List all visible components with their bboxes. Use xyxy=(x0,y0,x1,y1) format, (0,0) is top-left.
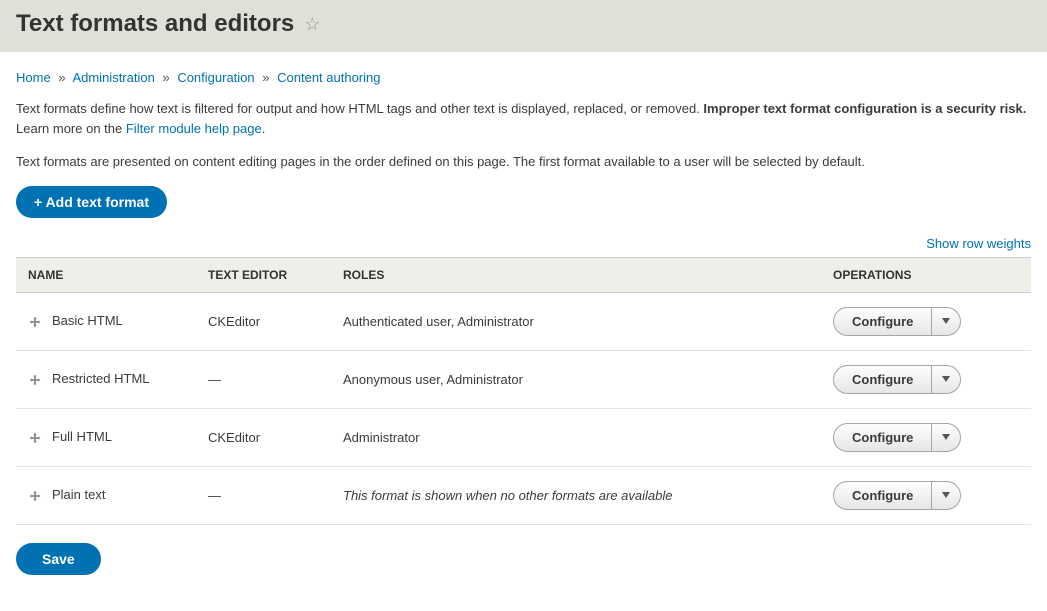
breadcrumb: Home » Administration » Configuration » … xyxy=(16,70,1031,85)
operations-dropbutton: Configure xyxy=(833,307,961,336)
configure-button[interactable]: Configure xyxy=(834,366,932,393)
format-editor: CKEditor xyxy=(196,408,331,466)
drag-handle-icon[interactable] xyxy=(28,373,42,387)
operations-dropbutton: Configure xyxy=(833,365,961,394)
column-header-roles: ROLES xyxy=(331,257,821,292)
drag-handle-icon[interactable] xyxy=(28,489,42,503)
intro-line2: Text formats are presented on content ed… xyxy=(16,152,1031,172)
dropdown-toggle[interactable] xyxy=(932,482,960,509)
dropdown-toggle[interactable] xyxy=(932,308,960,335)
intro-line1-mid: Learn more on the xyxy=(16,121,126,136)
dropdown-toggle[interactable] xyxy=(932,424,960,451)
table-row: Full HTML CKEditorAdministrator Configure xyxy=(16,408,1031,466)
intro-line1-post: . xyxy=(262,121,266,136)
page-header: Text formats and editors ☆ xyxy=(0,0,1047,52)
format-name: Basic HTML xyxy=(52,313,123,328)
add-text-format-button[interactable]: + Add text format xyxy=(16,186,167,218)
operations-dropbutton: Configure xyxy=(833,481,961,510)
table-row: Basic HTML CKEditorAuthenticated user, Ad… xyxy=(16,292,1031,350)
configure-button[interactable]: Configure xyxy=(834,482,932,509)
chevron-down-icon xyxy=(942,376,950,382)
chevron-down-icon xyxy=(942,492,950,498)
save-button[interactable]: Save xyxy=(16,543,101,575)
breadcrumb-separator: » xyxy=(262,70,269,85)
format-roles: Authenticated user, Administrator xyxy=(331,292,821,350)
drag-handle-icon[interactable] xyxy=(28,431,42,445)
breadcrumb-link-home[interactable]: Home xyxy=(16,70,51,85)
text-formats-table: NAME TEXT EDITOR ROLES OPERATIONS Basic … xyxy=(16,257,1031,525)
breadcrumb-link-configuration[interactable]: Configuration xyxy=(177,70,254,85)
column-header-operations: OPERATIONS xyxy=(821,257,1031,292)
favorite-star-icon[interactable]: ☆ xyxy=(304,14,320,35)
breadcrumb-separator: » xyxy=(58,70,65,85)
format-editor: CKEditor xyxy=(196,292,331,350)
format-name: Full HTML xyxy=(52,429,112,444)
page-title: Text formats and editors xyxy=(16,10,294,38)
intro-line1-pre: Text formats define how text is filtered… xyxy=(16,101,703,116)
drag-handle-icon[interactable] xyxy=(28,315,42,329)
format-editor: — xyxy=(196,350,331,408)
dropdown-toggle[interactable] xyxy=(932,366,960,393)
breadcrumb-link-content-authoring[interactable]: Content authoring xyxy=(277,70,380,85)
table-row: Plain text —This format is shown when no … xyxy=(16,466,1031,524)
format-roles: Anonymous user, Administrator xyxy=(331,350,821,408)
format-editor: — xyxy=(196,466,331,524)
configure-button[interactable]: Configure xyxy=(834,308,932,335)
format-name: Plain text xyxy=(52,487,105,502)
intro-text: Text formats define how text is filtered… xyxy=(16,99,1031,172)
filter-help-link[interactable]: Filter module help page xyxy=(126,121,262,136)
chevron-down-icon xyxy=(942,434,950,440)
intro-line1-strong: Improper text format configuration is a … xyxy=(703,101,1026,116)
format-name: Restricted HTML xyxy=(52,371,150,386)
table-row: Restricted HTML —Anonymous user, Administ… xyxy=(16,350,1031,408)
format-roles: This format is shown when no other forma… xyxy=(331,466,821,524)
chevron-down-icon xyxy=(942,318,950,324)
operations-dropbutton: Configure xyxy=(833,423,961,452)
breadcrumb-link-administration[interactable]: Administration xyxy=(72,70,154,85)
format-roles: Administrator xyxy=(331,408,821,466)
column-header-name: NAME xyxy=(16,257,196,292)
show-row-weights-link[interactable]: Show row weights xyxy=(926,236,1031,251)
breadcrumb-separator: » xyxy=(162,70,169,85)
configure-button[interactable]: Configure xyxy=(834,424,932,451)
column-header-editor: TEXT EDITOR xyxy=(196,257,331,292)
